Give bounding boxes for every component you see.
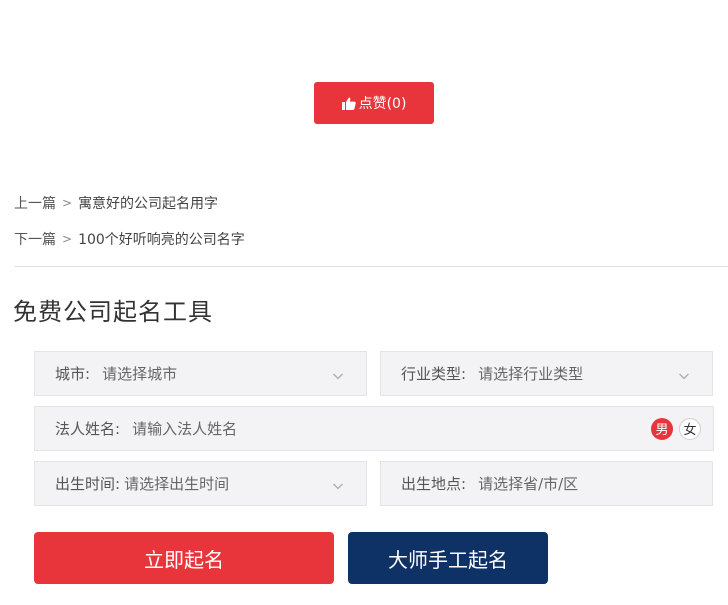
- birth-time-select[interactable]: 出生时间: 请选择出生时间: [34, 461, 367, 506]
- prev-article-separator: >: [62, 196, 73, 210]
- next-article-nav: 下一篇 > 100个好听响亮的公司名字: [14, 229, 245, 249]
- chevron-down-icon: [332, 368, 344, 386]
- city-label: 城市:: [55, 365, 91, 383]
- section-divider: [14, 266, 728, 267]
- industry-placeholder: 请选择行业类型: [478, 365, 584, 383]
- thumbs-up-icon: [341, 97, 356, 110]
- like-button-label: 点赞(0): [358, 96, 407, 112]
- prev-article-prefix: 上一篇: [14, 196, 56, 212]
- like-button[interactable]: 点赞(0): [314, 82, 434, 124]
- birth-place-placeholder: 请选择省/市/区: [478, 475, 579, 493]
- birth-time-label: 出生时间:: [55, 475, 121, 493]
- industry-label: 行业类型:: [401, 365, 467, 383]
- chevron-down-icon: [678, 368, 690, 386]
- legal-name-field[interactable]: 法人姓名: 请输入法人姓名 男 女: [34, 406, 714, 451]
- gender-female-option[interactable]: 女: [679, 417, 701, 440]
- chevron-down-icon: [332, 478, 344, 496]
- city-placeholder: 请选择城市: [102, 365, 178, 383]
- birth-place-select[interactable]: 出生地点: 请选择省/市/区: [380, 461, 713, 506]
- next-article-link[interactable]: 100个好听响亮的公司名字: [78, 229, 245, 249]
- industry-select[interactable]: 行业类型: 请选择行业类型: [380, 351, 713, 396]
- gender-male-option[interactable]: 男: [651, 417, 673, 440]
- master-naming-button[interactable]: 大师手工起名: [348, 532, 548, 584]
- city-select[interactable]: 城市: 请选择城市: [34, 351, 367, 396]
- birth-place-label: 出生地点:: [401, 475, 467, 493]
- legal-name-placeholder[interactable]: 请输入法人姓名: [132, 418, 651, 439]
- prev-article-link[interactable]: 寓意好的公司起名用字: [78, 193, 218, 213]
- gender-toggle: 男 女: [651, 417, 701, 440]
- generate-name-button[interactable]: 立即起名: [34, 532, 334, 584]
- next-article-separator: >: [62, 232, 73, 246]
- prev-article-nav: 上一篇 > 寓意好的公司起名用字: [14, 193, 218, 213]
- birth-time-placeholder: 请选择出生时间: [124, 475, 230, 493]
- next-article-prefix: 下一篇: [14, 232, 56, 248]
- legal-name-label: 法人姓名:: [55, 420, 121, 438]
- naming-tool-title: 免费公司起名工具: [13, 298, 213, 326]
